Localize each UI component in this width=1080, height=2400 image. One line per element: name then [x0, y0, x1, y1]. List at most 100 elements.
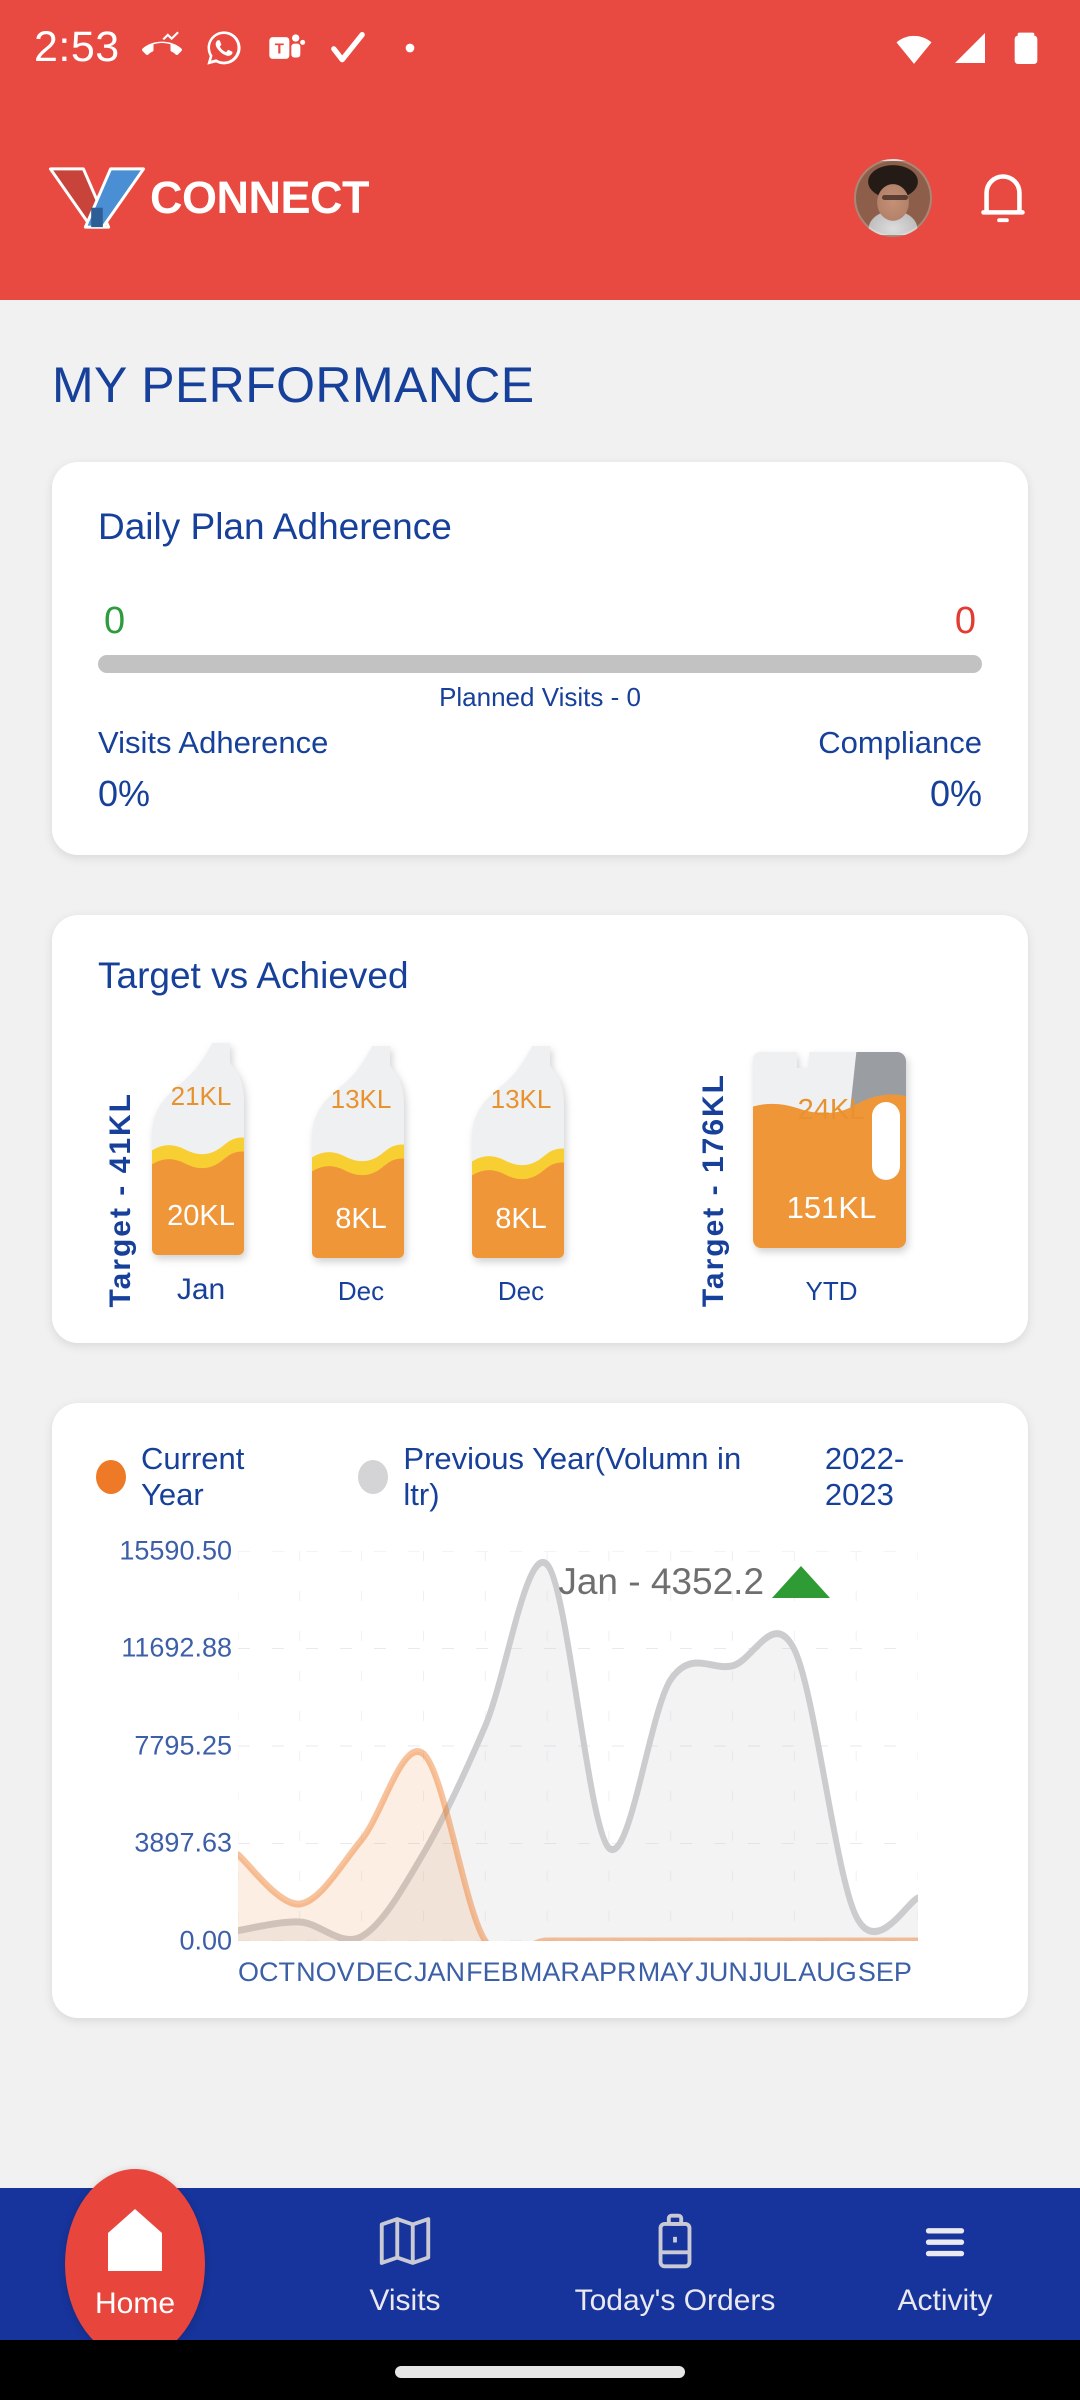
- chart-plot-area: 0.00 3897.63 7795.25 11692.88 15590.50 Jan -…: [82, 1536, 998, 1956]
- chart-y-tick: 3897.63: [134, 1827, 232, 1858]
- chart-x-tick: SEP: [857, 1957, 912, 1987]
- adherence-visited-count: 0: [104, 600, 126, 642]
- legend-dot-previous-year: [358, 1460, 389, 1494]
- jerrycan-ytd[interactable]: 24KL 151KL YTD: [739, 1046, 924, 1307]
- legend-item-current-year[interactable]: Current Year: [96, 1441, 310, 1513]
- ytd-target-label: Target - 176KL: [697, 1072, 730, 1307]
- bottle-graphic: 21KL 20KL: [146, 1043, 256, 1255]
- target-vs-achieved-card: Target vs Achieved Target - 41KL 21KL 20…: [52, 915, 1028, 1343]
- bell-icon[interactable]: [974, 166, 1032, 230]
- nav-item-visits[interactable]: Visits: [270, 2210, 540, 2318]
- compliance-label: Compliance: [818, 725, 982, 760]
- chart-x-tick: APR: [581, 1957, 637, 1987]
- avatar[interactable]: [854, 158, 932, 237]
- daily-plan-adherence-card: Daily Plan Adherence 0 0 Planned Visits …: [52, 462, 1028, 855]
- chart-x-tick: FEB: [466, 1957, 519, 1987]
- chart-year-range: 2022-2023: [824, 1441, 905, 1512]
- bottle-caption: Dec: [497, 1276, 545, 1306]
- monthly-bottles-group: Target - 41KL 21KL 20KL Jan 13KL 8KL Dec…: [104, 1043, 576, 1307]
- monthly-target-label: Target - 41KL: [104, 1091, 137, 1307]
- chart-annotation-text: Jan - 4352.2: [558, 1561, 765, 1602]
- jerrycan-caption: YTD: [805, 1276, 858, 1306]
- chart-x-tick: JAN: [414, 1957, 466, 1987]
- chart-y-tick: 11692.88: [121, 1632, 232, 1663]
- status-bar-right: [894, 28, 1046, 68]
- chart-legend: Current Year Previous Year(Volumn in ltr…: [82, 1441, 998, 1513]
- app-bar: CONNECT: [0, 95, 1080, 300]
- planned-visits-label: Planned Visits - 0: [439, 682, 641, 712]
- chart-x-tick: DEC: [355, 1957, 413, 1987]
- status-bar: 2:53 T: [0, 0, 1080, 95]
- card-title-target: Target vs Achieved: [98, 955, 409, 996]
- bottle-dec-1[interactable]: 13KL 8KL Dec: [306, 1046, 416, 1307]
- chart-x-tick: AUG: [798, 1957, 857, 1987]
- volume-trend-chart-card: Current Year Previous Year(Volumn in ltr…: [52, 1403, 1028, 2018]
- chart-canvas: [238, 1551, 918, 1941]
- bottle-graphic: 13KL 8KL: [306, 1046, 416, 1258]
- app-logo[interactable]: CONNECT: [48, 165, 370, 231]
- jerrycan-graphic: 24KL 151KL: [739, 1046, 924, 1258]
- briefcase-icon: [658, 2213, 692, 2269]
- v-logo-icon: [48, 166, 146, 229]
- bottle-caption: Jan: [176, 1273, 226, 1306]
- legend-label-current-year: Current Year: [141, 1441, 245, 1512]
- chart-x-tick: NOV: [296, 1957, 355, 1987]
- checkmark-icon: [330, 31, 365, 62]
- chart-annotation: Jan - 4352.2: [558, 1561, 832, 1603]
- cellular-signal-icon: [955, 32, 985, 63]
- chart-x-tick: MAR: [519, 1957, 580, 1987]
- dot-icon: [405, 43, 415, 52]
- nav-item-todays-orders[interactable]: Today's Orders: [540, 2210, 810, 2318]
- chart-x-tick: JUL: [749, 1957, 798, 1987]
- chart-y-tick: 7795.25: [134, 1730, 232, 1761]
- status-bar-left: 2:53 T: [34, 23, 430, 72]
- bottle-jan[interactable]: 21KL 20KL Jan: [146, 1043, 256, 1307]
- missed-call-icon: [141, 31, 182, 55]
- gesture-handle[interactable]: [395, 2366, 685, 2378]
- status-clock: 2:53: [34, 23, 120, 71]
- compliance-value: 0%: [929, 773, 982, 814]
- visits-adherence-metric: Visits Adherence 0%: [98, 725, 328, 815]
- app-logo-text: CONNECT: [150, 171, 370, 223]
- target-vs-achieved-chart: Target - 41KL 21KL 20KL Jan 13KL 8KL Dec…: [98, 1043, 982, 1307]
- chart-y-tick: 15590.50: [119, 1535, 232, 1566]
- legend-item-previous-year[interactable]: Previous Year(Volumn in ltr): [358, 1441, 776, 1513]
- legend-label-previous-year: Previous Year(Volumn in ltr): [403, 1441, 742, 1512]
- bottle-graphic: 13KL 8KL: [466, 1046, 576, 1258]
- bottom-navigation: Home Visits Today's Orders Activity: [0, 2169, 1080, 2359]
- adherence-missed-count: 0: [954, 600, 976, 642]
- menu-icon: [925, 2228, 965, 2257]
- app-bar-actions: [854, 158, 1032, 237]
- visits-adherence-value: 0%: [98, 773, 151, 814]
- adherence-metrics: Visits Adherence 0% Compliance 0%: [98, 725, 982, 815]
- compliance-metric: Compliance 0%: [818, 725, 982, 815]
- chart-y-tick: 0.00: [179, 1925, 232, 1956]
- legend-dot-current-year: [96, 1460, 126, 1494]
- wifi-icon: [896, 35, 932, 64]
- home-icon: [108, 2209, 162, 2271]
- page-title: MY PERFORMANCE: [52, 357, 535, 413]
- ms-teams-icon: T: [269, 33, 305, 59]
- nav-label-visits: Visits: [369, 2284, 441, 2317]
- battery-icon: [1014, 32, 1038, 64]
- nav-label-todays-orders: Today's Orders: [574, 2284, 776, 2317]
- ytd-group: Target - 176KL 24KL 151KL YTD: [697, 1046, 924, 1307]
- svg-text:T: T: [274, 40, 283, 57]
- home-active-bubble[interactable]: Home: [65, 2169, 205, 2359]
- whatsapp-icon: [207, 30, 241, 65]
- bottle-caption: Dec: [337, 1276, 385, 1306]
- nav-label-activity: Activity: [897, 2284, 993, 2317]
- chart-x-axis: OCT NOV DEC JAN FEB MAR APR MAY JUN JUL AUG SEP: [238, 1957, 912, 1988]
- map-icon: [379, 2217, 431, 2265]
- bottle-dec-2[interactable]: 13KL 8KL Dec: [466, 1046, 576, 1307]
- card-title-adherence: Daily Plan Adherence: [98, 506, 452, 547]
- up-triangle-icon: [772, 1566, 831, 1598]
- nav-item-activity[interactable]: Activity: [810, 2210, 1080, 2318]
- adherence-progress-bar: [98, 655, 982, 673]
- gesture-nav-area: [0, 2340, 1080, 2400]
- visits-adherence-label: Visits Adherence: [98, 725, 329, 760]
- chart-y-axis: 0.00 3897.63 7795.25 11692.88 15590.50: [82, 1536, 232, 1956]
- chart-x-tick: JUN: [695, 1957, 748, 1987]
- chart-x-tick: MAY: [637, 1957, 695, 1987]
- chart-x-tick: OCT: [238, 1957, 295, 1987]
